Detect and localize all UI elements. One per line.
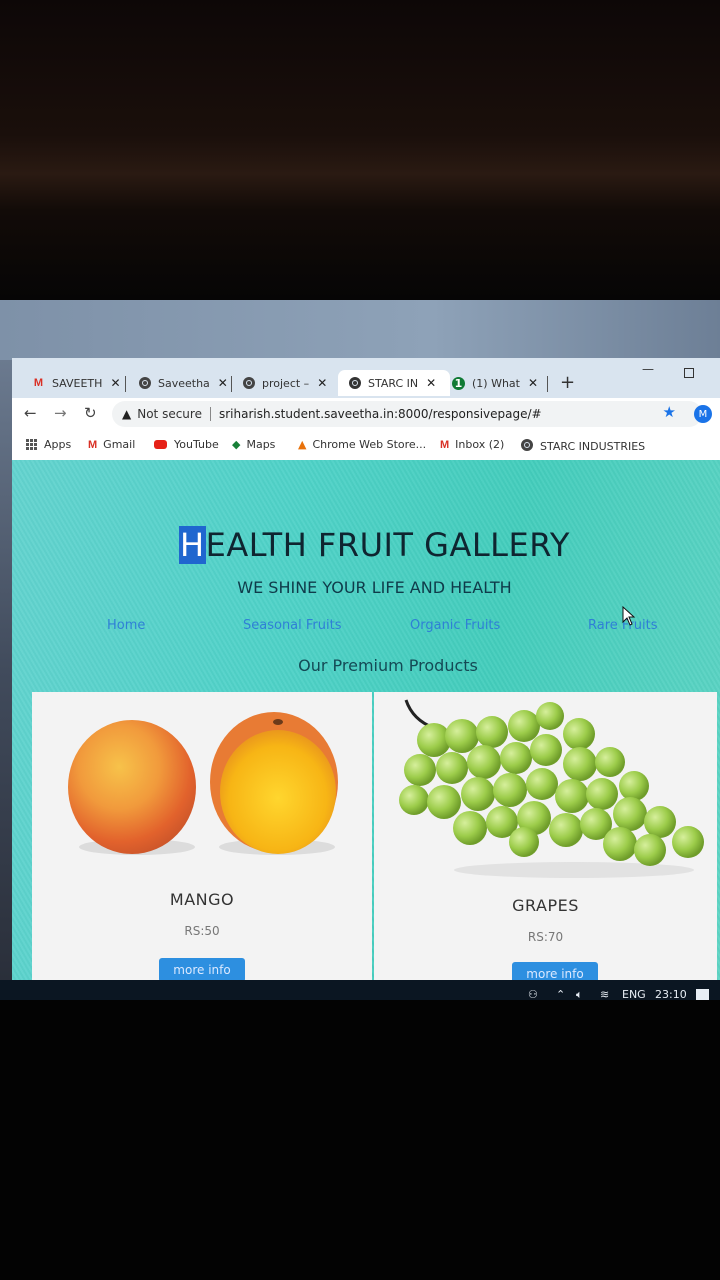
gmail-icon: M [88,438,98,451]
gmail-icon: M [440,438,450,451]
bookmark-gmail[interactable]: M Gmail [88,438,135,451]
bookmark-maps[interactable]: ◆ Maps [232,438,275,451]
globe-icon [520,438,534,455]
tab-saveetha[interactable]: Saveetha ✕ [138,370,228,396]
bookmark-label: Apps [44,438,72,451]
close-icon[interactable]: ✕ [218,376,228,390]
product-name: MANGO [169,890,235,909]
omnibox-separator [209,407,211,421]
tab-label: (1) What [472,376,520,390]
product-name: GRAPES [512,896,579,915]
globe-icon [138,377,151,390]
close-icon[interactable]: ✕ [528,376,538,390]
tab-label: Saveetha [158,376,210,390]
tab-label: SAVEETH [52,376,103,390]
bookmark-inbox[interactable]: M Inbox (2) [440,438,504,451]
product-card-grapes: GRAPES RS:70 more info [374,692,717,980]
tab-separator [231,376,232,392]
url-text[interactable]: sriharish.student.saveetha.in:8000/respo… [219,407,542,421]
bookmark-label: YouTube [174,438,219,451]
bookmark-label: Chrome Web Store... [312,438,427,451]
tab-separator [125,376,126,392]
bookmark-starc-industries[interactable]: STARC INDUSTRIES [520,438,645,455]
apps-grid-icon [26,439,37,450]
tab-label: project – [262,376,310,390]
tab-separator [547,376,548,392]
close-icon[interactable]: ✕ [426,376,436,390]
product-card-mango: MANGO RS:50 more info [32,692,372,980]
monitor-screen: M SAVEETH ✕ Saveetha ✕ project – ✕ STARC… [0,300,720,1005]
tab-strip: M SAVEETH ✕ Saveetha ✕ project – ✕ STARC… [12,358,720,398]
web-page: HEALTH FRUIT GALLERY WE SHINE YOUR LIFE … [12,460,720,980]
tab-starc-active[interactable]: STARC IN ✕ [338,370,450,396]
close-icon[interactable]: ✕ [110,376,120,390]
bookmark-label: Gmail [103,438,136,451]
title-first-letter: H [179,526,206,564]
title-rest: EALTH FRUIT GALLERY [205,526,570,564]
bookmark-label: STARC INDUSTRIES [540,440,646,453]
nav-link-home[interactable]: Home [107,618,145,633]
globe-icon [242,377,255,390]
bookmark-star-icon[interactable]: ★ [663,403,676,421]
more-info-button[interactable]: more info [159,958,245,980]
web-store-icon: ▲ [298,438,307,451]
profile-avatar[interactable]: M [694,405,712,423]
tab-project[interactable]: project – ✕ [242,370,327,396]
youtube-icon [154,440,167,449]
whatsapp-icon: 1 [452,376,465,390]
bookmark-youtube[interactable]: YouTube [154,438,219,451]
background-desk [0,1000,720,1280]
grapes-image [399,699,704,878]
tab-saveeth-mail[interactable]: M SAVEETH ✕ [32,370,121,396]
reload-icon[interactable]: ↻ [84,404,97,422]
bookmark-chrome-web-store[interactable]: ▲ Chrome Web Store... [298,438,426,451]
site-title: HEALTH FRUIT GALLERY [12,526,720,564]
bookmarks-bar: Apps M Gmail YouTube ◆ Maps ▲ Chrome Web… [12,430,720,461]
globe-icon [348,377,361,390]
nav-link-seasonal-fruits[interactable]: Seasonal Fruits [243,618,342,633]
tab-label: STARC IN [368,376,419,390]
omnibox[interactable]: ▲ Not secure sriharish.student.saveetha.… [112,401,702,427]
mango-image [68,712,338,855]
gmail-icon: M [33,377,44,389]
maps-pin-icon: ◆ [232,438,241,451]
warning-triangle-icon[interactable]: ▲ [122,407,131,421]
new-tab-button[interactable]: + [560,372,575,393]
product-price: RS:70 [527,930,564,944]
browser-window: M SAVEETH ✕ Saveetha ✕ project – ✕ STARC… [12,358,720,980]
background-dark-room [0,0,720,300]
site-tagline: WE SHINE YOUR LIFE AND HEALTH [237,578,512,597]
desktop-wallpaper [0,300,720,360]
bookmark-label: Maps [246,438,276,451]
notifications-icon[interactable] [696,989,709,1000]
product-price: RS:50 [184,924,220,938]
back-arrow-icon[interactable]: ← [24,404,37,422]
not-secure-label[interactable]: Not secure [137,407,202,421]
tab-whatsapp[interactable]: 1 (1) What ✕ [452,370,538,396]
address-bar-row: ← → ↻ ▲ Not secure sriharish.student.sav… [12,398,720,430]
nav-link-organic-fruits[interactable]: Organic Fruits [410,618,500,633]
maximize-icon[interactable] [684,368,694,378]
bookmark-apps[interactable]: Apps [26,438,71,451]
bookmark-label: Inbox (2) [455,438,505,451]
mouse-cursor-icon [622,606,636,626]
minimize-icon[interactable]: — [642,362,654,376]
close-icon[interactable]: ✕ [317,376,327,390]
forward-arrow-icon[interactable]: → [54,404,67,422]
products-heading: Our Premium Products [298,656,478,675]
more-info-button[interactable]: more info [512,962,598,980]
